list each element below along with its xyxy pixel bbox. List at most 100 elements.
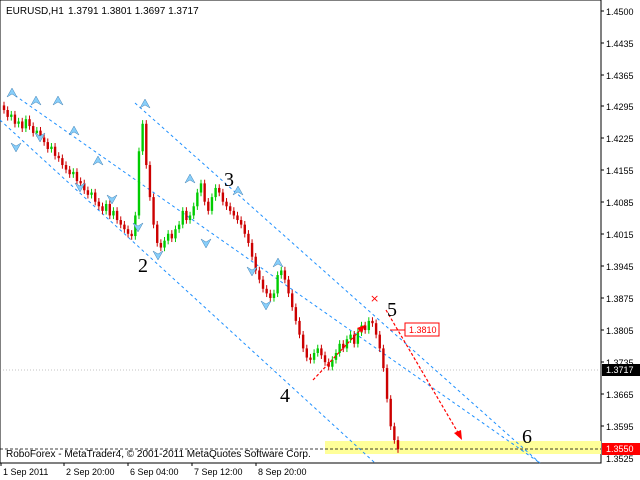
candle-body	[196, 192, 199, 207]
candle-body	[232, 210, 236, 216]
candle-body	[323, 355, 327, 363]
price-tick: 1.3805	[606, 326, 634, 336]
candle-body	[166, 233, 170, 241]
candle-body	[68, 169, 71, 175]
candle-body	[276, 275, 279, 294]
time-tick: 8 Sep 20:00	[258, 467, 307, 477]
candle-body	[228, 206, 232, 211]
candle-body	[181, 210, 184, 225]
candle-body	[309, 357, 312, 360]
candle-body	[374, 323, 378, 335]
time-tick: 7 Sep 12:00	[194, 467, 243, 477]
candle-body	[261, 279, 265, 289]
candle-body	[218, 187, 221, 193]
candle-body	[163, 240, 166, 248]
candle-body	[265, 288, 268, 294]
candle-body	[104, 203, 108, 211]
candle-body	[17, 121, 20, 124]
candle-body	[225, 201, 228, 207]
candle-body	[188, 215, 192, 221]
candle-body	[46, 142, 49, 149]
candle-body	[174, 229, 177, 239]
candle-body	[141, 123, 144, 152]
candle-body	[243, 224, 246, 234]
candle-body	[272, 293, 276, 298]
candle-body	[203, 183, 206, 202]
current-price-label: 1.3717	[606, 365, 634, 375]
candle-body	[42, 137, 46, 143]
level-label: 1.3810	[409, 325, 437, 335]
candle-body	[305, 348, 308, 358]
candle-body	[115, 210, 119, 221]
candle-body	[214, 187, 217, 198]
candle-body	[13, 114, 17, 124]
candle-body	[371, 320, 374, 324]
time-axis: 1 Sep 2011 2 Sep 20:00 6 Sep 04:00 7 Sep…	[0, 463, 307, 477]
candle-body	[79, 181, 82, 184]
candle-body	[177, 224, 181, 230]
target-zone	[325, 441, 601, 454]
candle-body	[367, 320, 371, 331]
candle-body	[199, 183, 203, 193]
candle-body	[137, 151, 141, 216]
price-chart[interactable]: × 1.3810 2 3 4 5 6 EURUSD,H1 1.3791 1.38…	[0, 0, 640, 480]
candle-body	[112, 210, 115, 216]
candle-body	[316, 348, 319, 353]
candle-body	[269, 293, 272, 298]
candle-body	[50, 146, 53, 149]
price-tick: 1.3595	[606, 422, 634, 432]
candle-body	[170, 233, 174, 239]
candle-body	[21, 121, 24, 129]
price-tick: 1.3875	[606, 294, 634, 304]
candle-body	[72, 171, 75, 175]
price-axis: 1.4500 1.4435 1.4365 1.4295 1.4225 1.415…	[601, 7, 634, 464]
candle-body	[389, 398, 392, 427]
candle-body	[396, 440, 400, 450]
candle-body	[236, 215, 239, 221]
candle-body	[356, 332, 360, 344]
candle-body	[291, 293, 294, 308]
candle-body	[342, 343, 345, 349]
candle-body	[130, 233, 133, 237]
candle-body	[2, 105, 6, 111]
ohlc-values: 1.3791 1.3801 1.3697 1.3717	[68, 6, 199, 17]
candle-body	[28, 119, 31, 127]
candle-body	[53, 146, 57, 156]
candle-body	[210, 197, 214, 211]
plot-frame	[0, 0, 602, 464]
candle-body	[207, 201, 210, 211]
candle-body	[312, 352, 316, 360]
price-tick: 1.4500	[606, 7, 634, 17]
candle-body	[280, 270, 283, 276]
candle-body	[148, 165, 152, 198]
candle-body	[159, 242, 163, 248]
candle-body	[97, 201, 101, 207]
candle-body	[250, 242, 254, 257]
candle-body	[61, 158, 64, 166]
price-tick: 1.4015	[606, 230, 634, 240]
candle-body	[86, 190, 90, 195]
candle-body	[145, 123, 148, 166]
wave-label-4: 4	[280, 385, 290, 407]
candle-body	[94, 192, 97, 202]
candle-body	[393, 426, 396, 441]
candle-body	[338, 343, 341, 353]
symbol-title: EURUSD,H1	[6, 6, 64, 17]
candle-body	[185, 210, 188, 221]
price-tick: 1.3945	[606, 262, 634, 272]
candle-body	[378, 334, 381, 349]
candle-body	[287, 279, 290, 294]
candle-body	[385, 368, 389, 399]
candle-body	[320, 348, 323, 356]
candle-body	[294, 307, 298, 321]
candle-body	[64, 165, 68, 170]
candle-body	[119, 220, 122, 225]
price-tick: 1.4225	[606, 134, 634, 144]
candle-body	[221, 192, 225, 202]
candle-body	[35, 130, 39, 133]
candle-body	[126, 229, 130, 234]
candle-body	[31, 126, 35, 133]
candle-body	[156, 224, 159, 243]
target-price-label: 1.3550	[606, 444, 634, 454]
candle-body	[24, 119, 28, 129]
